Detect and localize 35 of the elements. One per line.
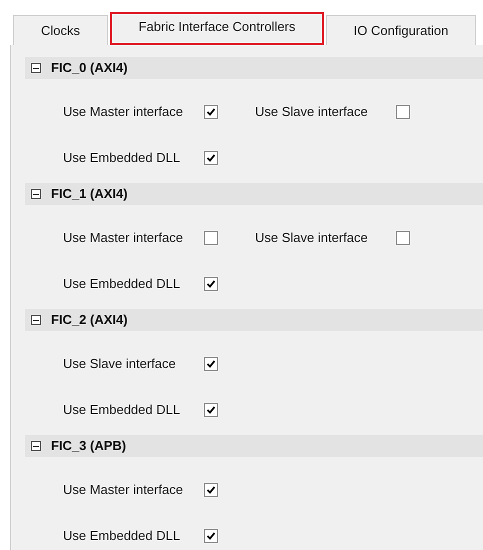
section-title: FIC_1 (AXI4) bbox=[51, 185, 128, 204]
checkbox[interactable] bbox=[204, 277, 218, 291]
section-title: FIC_3 (APB) bbox=[51, 437, 126, 456]
tab[interactable]: Clocks bbox=[13, 15, 108, 45]
tab[interactable]: IO Configuration bbox=[326, 15, 476, 45]
option-label: Use Master interface bbox=[63, 229, 184, 248]
checkbox[interactable] bbox=[204, 483, 218, 497]
collapse-icon[interactable] bbox=[31, 63, 41, 73]
option-label: Use Embedded DLL bbox=[63, 275, 182, 294]
checkbox[interactable] bbox=[204, 357, 218, 371]
section-title: FIC_0 (AXI4) bbox=[51, 59, 128, 78]
section-title: FIC_2 (AXI4) bbox=[51, 311, 128, 330]
checkbox[interactable] bbox=[396, 105, 410, 119]
checkbox[interactable] bbox=[204, 231, 218, 245]
option-label: Use Embedded DLL bbox=[63, 149, 182, 168]
section-header[interactable]: FIC_2 (AXI4) bbox=[25, 309, 483, 331]
option-label: Use Slave interface bbox=[63, 355, 177, 374]
option-label: Use Master interface bbox=[63, 481, 184, 500]
collapse-icon[interactable] bbox=[31, 441, 41, 451]
collapse-icon[interactable] bbox=[31, 315, 41, 325]
section-header[interactable]: FIC_0 (AXI4) bbox=[25, 57, 483, 79]
option-label: Use Embedded DLL bbox=[63, 401, 182, 420]
option-label: Use Slave interface bbox=[255, 229, 369, 248]
section-header[interactable]: FIC_1 (AXI4) bbox=[25, 183, 483, 205]
checkbox[interactable] bbox=[204, 529, 218, 543]
option-label: Use Master interface bbox=[63, 103, 184, 122]
section-header[interactable]: FIC_3 (APB) bbox=[25, 435, 483, 457]
checkbox[interactable] bbox=[396, 231, 410, 245]
tab[interactable]: Fabric Interface Controllers bbox=[110, 12, 324, 45]
checkbox[interactable] bbox=[204, 105, 218, 119]
option-label: Use Embedded DLL bbox=[63, 527, 182, 546]
checkbox[interactable] bbox=[204, 151, 218, 165]
option-label: Use Slave interface bbox=[255, 103, 369, 122]
collapse-icon[interactable] bbox=[31, 189, 41, 199]
checkbox[interactable] bbox=[204, 403, 218, 417]
